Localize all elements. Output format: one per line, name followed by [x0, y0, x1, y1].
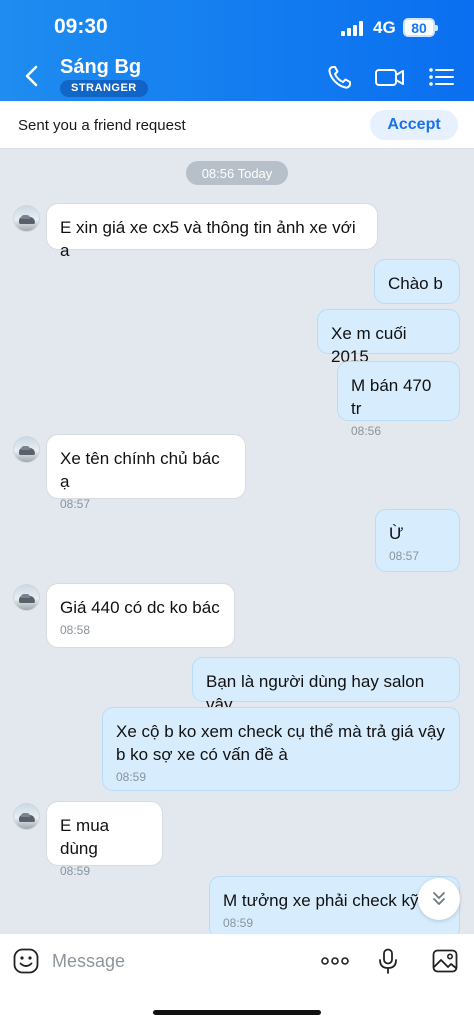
- message-time: 08:59: [223, 916, 254, 930]
- video-camera-icon[interactable]: [374, 62, 406, 92]
- message-bubble-incoming[interactable]: Giá 440 có dc ko bác 08:58: [47, 584, 234, 647]
- message-bubble-outgoing[interactable]: Chào b: [374, 259, 460, 304]
- message-input[interactable]: [52, 949, 292, 973]
- message-time: 08:58: [60, 623, 91, 637]
- message-text: E mua dùng: [60, 816, 110, 858]
- message-bubble-incoming[interactable]: E mua dùng 08:59: [47, 802, 162, 878]
- image-icon[interactable]: [431, 947, 459, 975]
- message-time: 08:59: [60, 864, 91, 878]
- scroll-to-bottom-button[interactable]: [418, 878, 460, 920]
- message-time: 08:57: [60, 497, 91, 511]
- back-chevron-left-icon[interactable]: [18, 62, 46, 90]
- message-time: 08:56: [351, 424, 382, 438]
- microphone-icon[interactable]: [374, 947, 402, 975]
- message-bubble-outgoing[interactable]: Xe m cuối 2015: [317, 309, 460, 366]
- battery-icon: 80: [403, 18, 438, 37]
- message-bubble-incoming[interactable]: Xe tên chính chủ bác ạ 08:57: [47, 435, 245, 511]
- friend-request-text: Sent you a friend request: [18, 117, 186, 134]
- network-type: 4G: [373, 18, 396, 37]
- message-bubble-outgoing[interactable]: Ừ 08:57: [375, 509, 460, 572]
- message-text: Giá 440 có dc ko bác: [60, 598, 220, 617]
- message-input-bar: [0, 933, 474, 1024]
- date-divider: 08:56 Today: [186, 161, 288, 185]
- message-bubble-outgoing[interactable]: Bạn là người dùng hay salon vậy: [192, 657, 460, 714]
- message-text: E xin giá xe cx5 và thông tin ảnh xe với…: [60, 218, 356, 260]
- message-time: 08:59: [116, 770, 147, 784]
- battery-level: 80: [411, 19, 427, 36]
- message-bubble-incoming[interactable]: E xin giá xe cx5 và thông tin ảnh xe với…: [47, 204, 377, 260]
- double-chevron-down-icon: [433, 892, 445, 905]
- chat-header: 09:30 4G 80 Sáng Bg STRANGER: [0, 0, 474, 101]
- sticker-icon[interactable]: [12, 947, 40, 975]
- status-time: 09:30: [54, 15, 108, 38]
- message-text: M tưởng xe phải check kỹ: [223, 891, 419, 910]
- message-text: M bán 470 tr: [351, 376, 432, 418]
- avatar[interactable]: [13, 803, 40, 830]
- message-text: Xe m cuối 2015: [331, 324, 407, 366]
- friend-request-bar: Sent you a friend request Accept: [0, 101, 474, 149]
- signal-strength-icon: [341, 20, 367, 36]
- message-text: Xe cộ b ko xem check cụ thể mà trả giá v…: [116, 722, 445, 764]
- accept-button[interactable]: Accept: [370, 110, 458, 140]
- more-dots-icon[interactable]: [320, 947, 350, 975]
- contact-name[interactable]: Sáng Bg: [60, 56, 141, 79]
- home-indicator: [153, 1010, 321, 1015]
- message-text: Chào b: [388, 274, 443, 293]
- phone-icon[interactable]: [325, 62, 355, 92]
- avatar[interactable]: [13, 205, 40, 232]
- list-menu-icon[interactable]: [427, 62, 457, 92]
- avatar[interactable]: [13, 436, 40, 463]
- stranger-badge: STRANGER: [60, 80, 148, 97]
- message-text: Ừ: [389, 524, 404, 543]
- message-time: 08:57: [389, 549, 420, 563]
- chat-screen: 09:30 4G 80 Sáng Bg STRANGER Sent you a …: [0, 0, 474, 1024]
- avatar[interactable]: [13, 584, 40, 611]
- message-bubble-outgoing[interactable]: Xe cộ b ko xem check cụ thể mà trả giá v…: [102, 707, 460, 791]
- message-text: Xe tên chính chủ bác ạ: [60, 449, 220, 491]
- message-bubble-outgoing[interactable]: M bán 470 tr 08:56: [337, 361, 460, 438]
